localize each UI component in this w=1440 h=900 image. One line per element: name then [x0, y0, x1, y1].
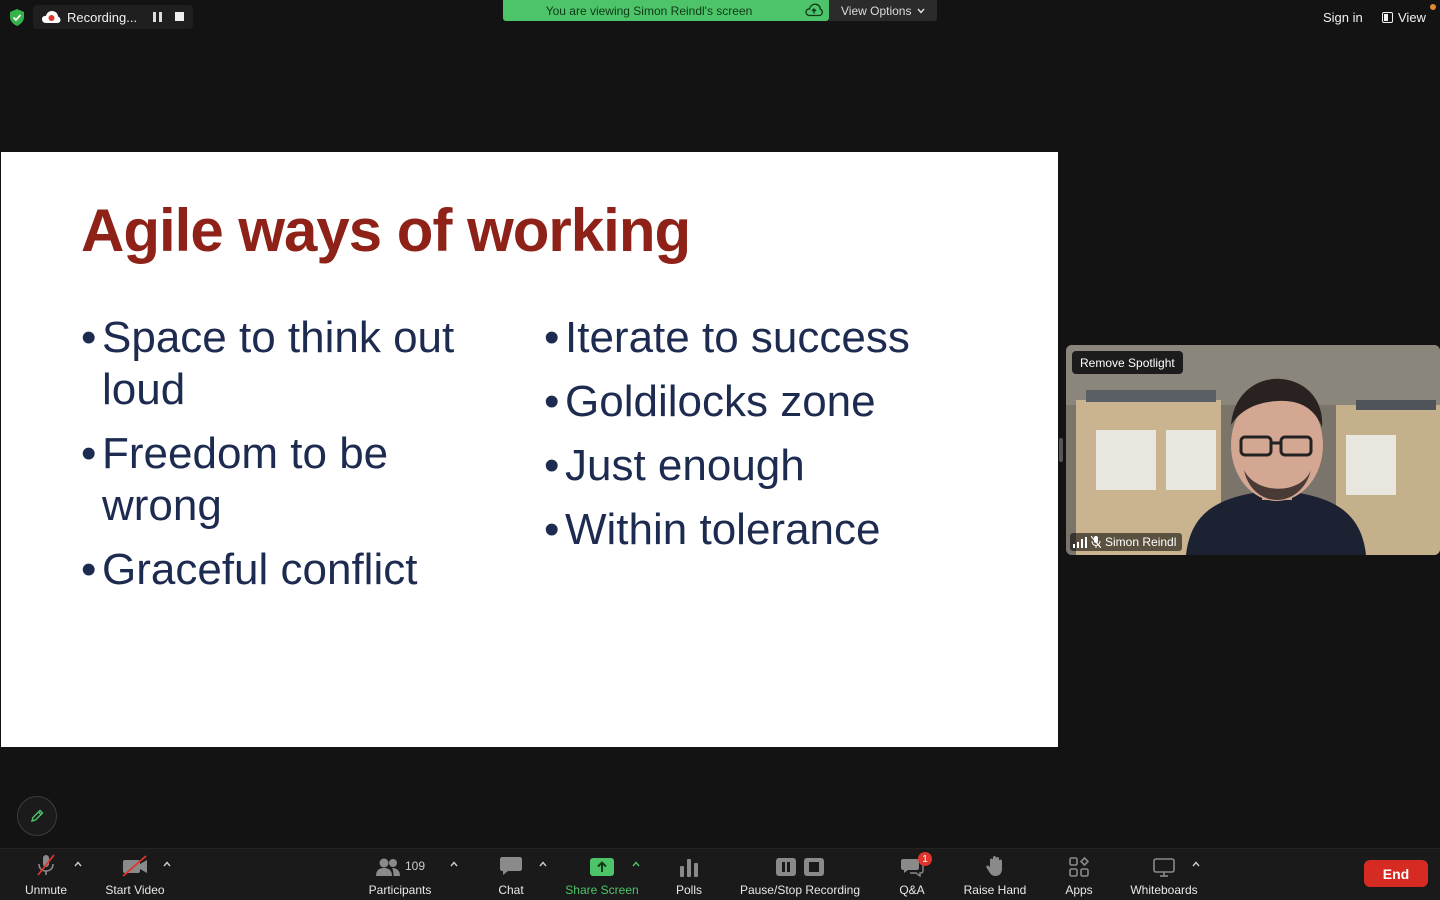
chat-button[interactable]: Chat — [490, 849, 532, 900]
apps-label: Apps — [1065, 883, 1093, 897]
end-meeting-button[interactable]: End — [1364, 860, 1428, 887]
polls-chart-icon — [680, 859, 698, 877]
unmute-button[interactable]: Unmute — [20, 849, 72, 900]
raise-hand-icon — [986, 856, 1002, 876]
share-options-caret-icon[interactable] — [632, 861, 640, 867]
slide-bullet: Iterate to success — [544, 312, 1024, 364]
viewing-screen-banner: You are viewing Simon Reindl's screen — [503, 0, 829, 21]
sign-in-button[interactable]: Sign in — [1323, 10, 1363, 25]
whiteboard-icon — [1153, 858, 1175, 877]
notification-dot — [1430, 4, 1436, 10]
pause-recording-icon[interactable] — [153, 12, 163, 22]
slide-bullet: Just enough — [544, 440, 1024, 492]
cloud-upload-icon — [805, 3, 823, 17]
slide-bullet: Freedom to be wrong — [81, 428, 501, 532]
start-video-button[interactable]: Start Video — [100, 849, 170, 900]
view-layout-icon — [1382, 12, 1393, 23]
qa-label: Q&A — [899, 883, 925, 897]
polls-label: Polls — [675, 883, 702, 897]
muted-mic-icon — [1091, 536, 1101, 548]
raise-hand-label: Raise Hand — [963, 883, 1027, 897]
shared-screen-slide: Agile ways of working Space to think out… — [1, 152, 1058, 747]
annotate-button[interactable] — [17, 796, 57, 836]
meeting-toolbar: Unmute Start Video 109 Participants Chat… — [0, 848, 1440, 900]
spotlight-video-tile[interactable]: Remove Spotlight Simon Reindl — [1066, 345, 1440, 555]
pencil-icon — [30, 809, 44, 823]
video-options-caret-icon[interactable] — [163, 861, 171, 867]
whiteboards-button[interactable]: Whiteboards — [1126, 849, 1202, 900]
panel-resize-handle[interactable] — [1059, 438, 1063, 462]
apps-button[interactable]: Apps — [1060, 849, 1098, 900]
stop-recording-icon[interactable] — [175, 12, 184, 21]
qa-badge: 1 — [918, 852, 932, 866]
participants-label: Participants — [368, 883, 432, 897]
slide-bullet: Space to think out loud — [81, 312, 501, 416]
video-off-icon — [122, 855, 147, 877]
security-shield-icon[interactable] — [9, 9, 25, 26]
unmute-label: Unmute — [24, 883, 68, 897]
qa-button[interactable]: 1 Q&A — [894, 849, 932, 900]
share-screen-icon — [590, 858, 614, 876]
apps-icon — [1069, 857, 1089, 877]
whiteboards-label: Whiteboards — [1130, 883, 1198, 897]
participants-options-caret-icon[interactable] — [450, 861, 458, 867]
muted-microphone-icon — [37, 854, 55, 876]
participant-name: Simon Reindl — [1105, 535, 1177, 549]
chevron-down-icon — [917, 8, 926, 14]
slide-bullet: Within tolerance — [544, 504, 1024, 556]
recording-label: Recording... — [67, 9, 138, 25]
recording-indicator: Recording... — [33, 5, 193, 29]
view-label: View — [1398, 10, 1426, 25]
view-layout-button[interactable]: View — [1382, 10, 1426, 25]
polls-button[interactable]: Polls — [670, 849, 708, 900]
participants-button[interactable]: 109 Participants — [362, 849, 438, 900]
share-screen-label: Share Screen — [565, 883, 639, 897]
cloud-recording-icon — [42, 11, 61, 23]
view-options-label: View Options — [841, 3, 912, 18]
start-video-label: Start Video — [105, 883, 165, 897]
chat-options-caret-icon[interactable] — [539, 861, 547, 867]
slide-title: Agile ways of working — [81, 197, 691, 264]
participants-icon — [375, 858, 400, 876]
zoom-meeting-window: Recording... You are viewing Simon Reind… — [0, 0, 1440, 900]
chat-bubble-icon — [500, 857, 522, 875]
pause-stop-recording-button[interactable]: Pause/Stop Recording — [736, 849, 864, 900]
chat-label: Chat — [498, 883, 524, 897]
participants-count: 109 — [404, 859, 426, 873]
signal-strength-icon — [1073, 536, 1087, 548]
participant-video-feed — [1066, 345, 1440, 555]
share-screen-button[interactable]: Share Screen — [562, 849, 642, 900]
slide-bullet: Goldilocks zone — [544, 376, 1024, 428]
remove-spotlight-button[interactable]: Remove Spotlight — [1072, 351, 1183, 374]
pause-stop-label: Pause/Stop Recording — [739, 883, 861, 897]
participant-name-tag: Simon Reindl — [1070, 533, 1183, 551]
slide-bullets-right: Iterate to success Goldilocks zone Just … — [544, 312, 1024, 568]
audio-options-caret-icon[interactable] — [74, 861, 82, 867]
whiteboard-options-caret-icon[interactable] — [1192, 861, 1200, 867]
slide-bullet: Graceful conflict — [81, 544, 501, 596]
pause-stop-icon — [776, 858, 824, 876]
raise-hand-button[interactable]: Raise Hand — [960, 849, 1030, 900]
viewing-banner-text: You are viewing Simon Reindl's screen — [545, 3, 753, 18]
slide-bullets-left: Space to think out loud Freedom to be wr… — [81, 312, 501, 608]
view-options-menu[interactable]: View Options — [829, 0, 937, 21]
